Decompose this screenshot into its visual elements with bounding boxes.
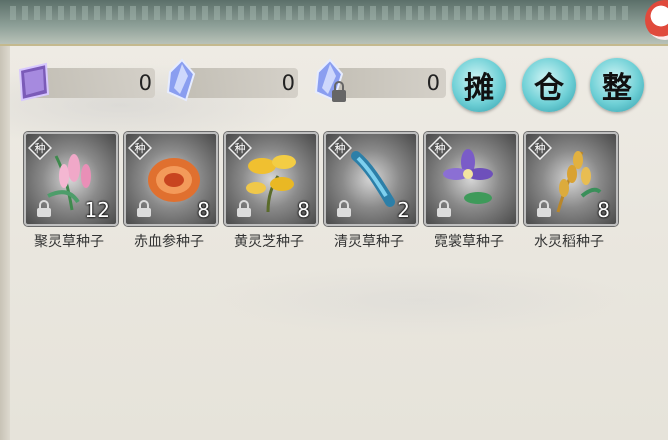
seed-badge-icon: 种 xyxy=(328,136,352,160)
item-slot[interactable]: 种 12 xyxy=(24,132,118,226)
item-slot[interactable]: 种 8 xyxy=(524,132,618,226)
seed-badge-icon: 种 xyxy=(228,136,252,160)
lock-icon xyxy=(437,200,451,217)
lock-icon xyxy=(37,200,51,217)
item-count: 8 xyxy=(197,198,210,222)
item-count: 12 xyxy=(84,198,110,222)
sort-button[interactable]: 整 xyxy=(590,58,644,112)
seed-badge-icon: 种 xyxy=(28,136,52,160)
currency-talisman: 0 xyxy=(10,62,155,102)
svg-text:种: 种 xyxy=(235,141,246,155)
locked-spirit-crystal-icon xyxy=(314,58,346,102)
svg-text:种: 种 xyxy=(435,141,446,155)
cloud-pattern-decoration xyxy=(10,6,630,20)
currency-value: 0 xyxy=(281,71,295,95)
item-name: 水灵稻种子 xyxy=(534,234,604,250)
purple-talisman-icon xyxy=(18,62,50,102)
item-name: 黄灵芝种子 xyxy=(234,234,304,250)
seed-badge-icon: 种 xyxy=(528,136,552,160)
seed-badge-icon: 种 xyxy=(428,136,452,160)
item-name: 赤血参种子 xyxy=(134,234,204,250)
svg-text:种: 种 xyxy=(35,141,46,155)
item-slot[interactable]: 种 xyxy=(424,132,518,226)
spirit-crystal-icon xyxy=(166,58,196,102)
item-slot[interactable]: 种 2 xyxy=(324,132,418,226)
item-name: 清灵草种子 xyxy=(334,234,404,250)
warehouse-button[interactable]: 仓 xyxy=(522,58,576,112)
item-name: 霓裳草种子 xyxy=(434,234,504,250)
item-slot[interactable]: 种 8 xyxy=(124,132,218,226)
currency-value: 0 xyxy=(138,71,152,95)
svg-text:种: 种 xyxy=(335,141,346,155)
lock-icon xyxy=(137,200,151,217)
item-count: 8 xyxy=(297,198,310,222)
top-banner xyxy=(0,0,668,46)
lock-icon xyxy=(337,200,351,217)
currency-locked-crystal: 0 xyxy=(308,58,448,102)
item-slot[interactable]: 种 8 xyxy=(224,132,318,226)
seed-badge-icon: 种 xyxy=(128,136,152,160)
svg-text:种: 种 xyxy=(135,141,146,155)
left-frame-edge xyxy=(0,0,10,440)
stall-button[interactable]: 摊 xyxy=(452,58,506,112)
currency-crystal: 0 xyxy=(160,58,300,102)
item-name: 聚灵草种子 xyxy=(34,234,104,250)
lock-icon xyxy=(537,200,551,217)
lock-icon xyxy=(237,200,251,217)
item-count: 2 xyxy=(397,198,410,222)
svg-text:种: 种 xyxy=(535,141,546,155)
currency-value: 0 xyxy=(426,71,440,95)
item-count: 8 xyxy=(597,198,610,222)
